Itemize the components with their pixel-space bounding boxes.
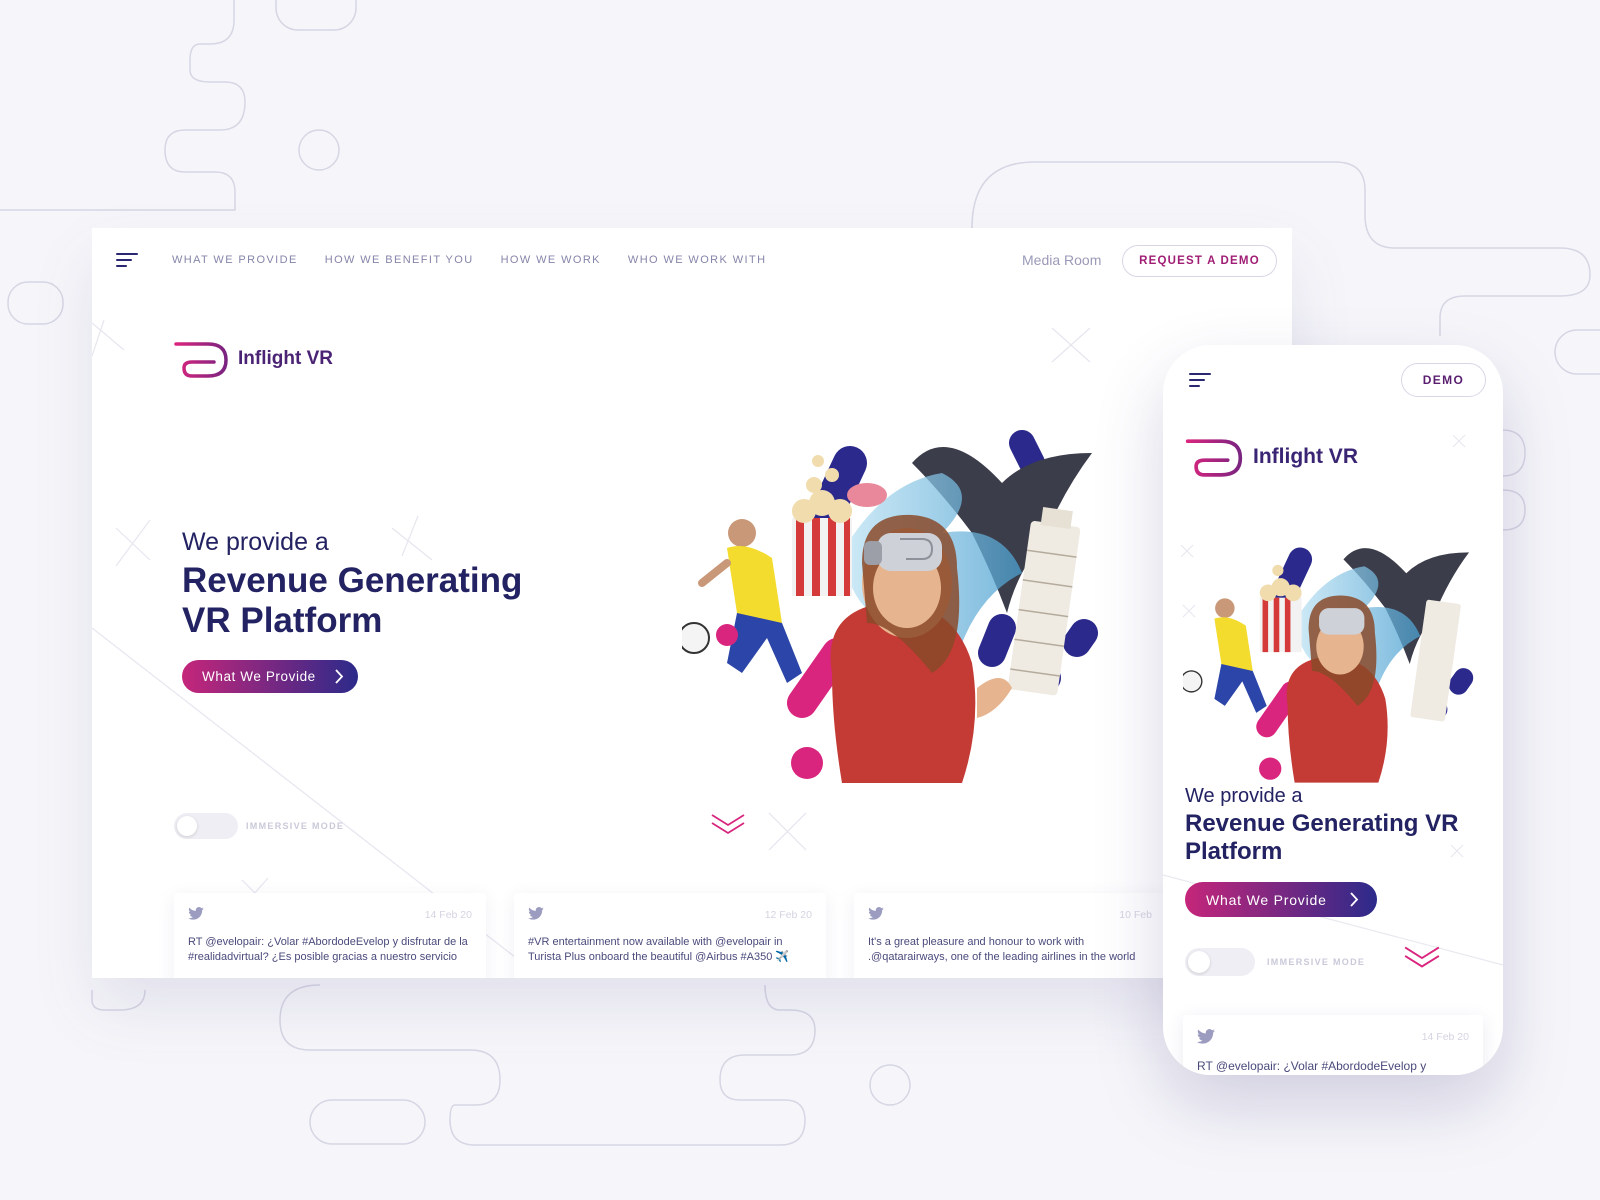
brand-logo-text: Inflight VR [238,348,333,369]
toggle-knob [177,816,197,836]
immersive-mode-label: IMMERSIVE MODE [1267,957,1366,967]
brand-logo[interactable]: Inflight VR [174,340,333,378]
hero-heading: We provide a Revenue Generating VR Platf… [1185,785,1465,866]
hero-heading: We provide a Revenue Generating VR Platf… [182,528,562,641]
vr-hero-collage-image [682,430,1098,783]
hero-pre-title: We provide a [1185,785,1303,807]
tweet-text: RT @evelopair: ¿Volar #AbordodeEvelop y [1197,1059,1427,1073]
mobile-page: DEMO Inflight VR We provide a Revenue Ge… [1163,345,1503,1075]
nav-link-what-we-provide[interactable]: WHAT WE PROVIDE [172,254,298,266]
chevron-right-icon [1350,892,1359,907]
brand-logo-text: Inflight VR [1253,445,1358,468]
immersive-mode-control: IMMERSIVE MODE [1185,948,1365,976]
tweet-date: 14 Feb 20 [1421,1031,1469,1043]
hero-pre-title: We provide a [182,528,329,556]
toggle-knob [1188,951,1210,973]
hero-title: Revenue Generating VR Platform [182,561,523,640]
tweet-date: 12 Feb 20 [764,909,812,921]
what-we-provide-button-label: What We Provide [1206,891,1327,908]
hamburger-menu-icon[interactable] [1189,373,1211,389]
demo-button[interactable]: DEMO [1401,363,1486,397]
media-room-link[interactable]: Media Room [1022,252,1101,268]
tweet-card[interactable]: 10 Feb It's a great pleasure and honour … [854,893,1166,978]
immersive-mode-toggle[interactable] [174,813,238,839]
wing-logo-icon [1185,439,1243,477]
tweet-text: It's a great pleasure and honour to work… [868,936,1136,963]
tweet-card[interactable]: 14 Feb 20 RT @evelopair: ¿Volar #Abordod… [174,893,486,978]
hamburger-menu-icon[interactable] [116,253,140,269]
brand-logo[interactable]: Inflight VR [1185,437,1358,477]
tweet-text: #VR entertainment now available with @ev… [528,936,790,963]
what-we-provide-button[interactable]: What We Provide [1185,882,1377,917]
tweet-date: 14 Feb 20 [424,909,472,921]
desktop-page: WHAT WE PROVIDE HOW WE BENEFIT YOU HOW W… [92,228,1292,978]
what-we-provide-button-label: What We Provide [202,669,316,684]
nav-link-how-we-benefit-you[interactable]: HOW WE BENEFIT YOU [325,254,474,266]
tweet-date: 10 Feb [1119,909,1152,921]
tweet-card[interactable]: 14 Feb 20 RT @evelopair: ¿Volar #Abordod… [1183,1015,1483,1075]
tweet-card[interactable]: 12 Feb 20 #VR entertainment now availabl… [514,893,826,978]
immersive-mode-toggle[interactable] [1185,948,1255,976]
twitter-bird-icon [1197,1029,1215,1044]
request-demo-button[interactable]: REQUEST A DEMO [1122,245,1277,277]
nav-link-how-we-work[interactable]: HOW WE WORK [501,254,601,266]
double-chevron-down-icon[interactable] [710,813,746,837]
double-chevron-down-icon[interactable] [1403,945,1441,971]
chevron-right-icon [335,669,344,684]
hero-title: Revenue Generating VR Platform [1185,810,1459,865]
nav-links: WHAT WE PROVIDE HOW WE BENEFIT YOU HOW W… [172,254,766,266]
vr-hero-collage-image [1183,547,1474,783]
immersive-mode-control: IMMERSIVE MODE [174,813,344,839]
twitter-bird-icon [868,907,884,920]
top-navigation: WHAT WE PROVIDE HOW WE BENEFIT YOU HOW W… [92,228,1292,294]
tweet-text: RT @evelopair: ¿Volar #AbordodeEvelop y … [188,936,468,963]
what-we-provide-button[interactable]: What We Provide [182,660,358,693]
nav-link-who-we-work-with[interactable]: WHO WE WORK WITH [628,254,767,266]
twitter-feed: 14 Feb 20 RT @evelopair: ¿Volar #Abordod… [174,893,1166,978]
twitter-bird-icon [528,907,544,920]
wing-logo-icon [174,342,228,378]
twitter-bird-icon [188,907,204,920]
immersive-mode-label: IMMERSIVE MODE [246,821,345,831]
